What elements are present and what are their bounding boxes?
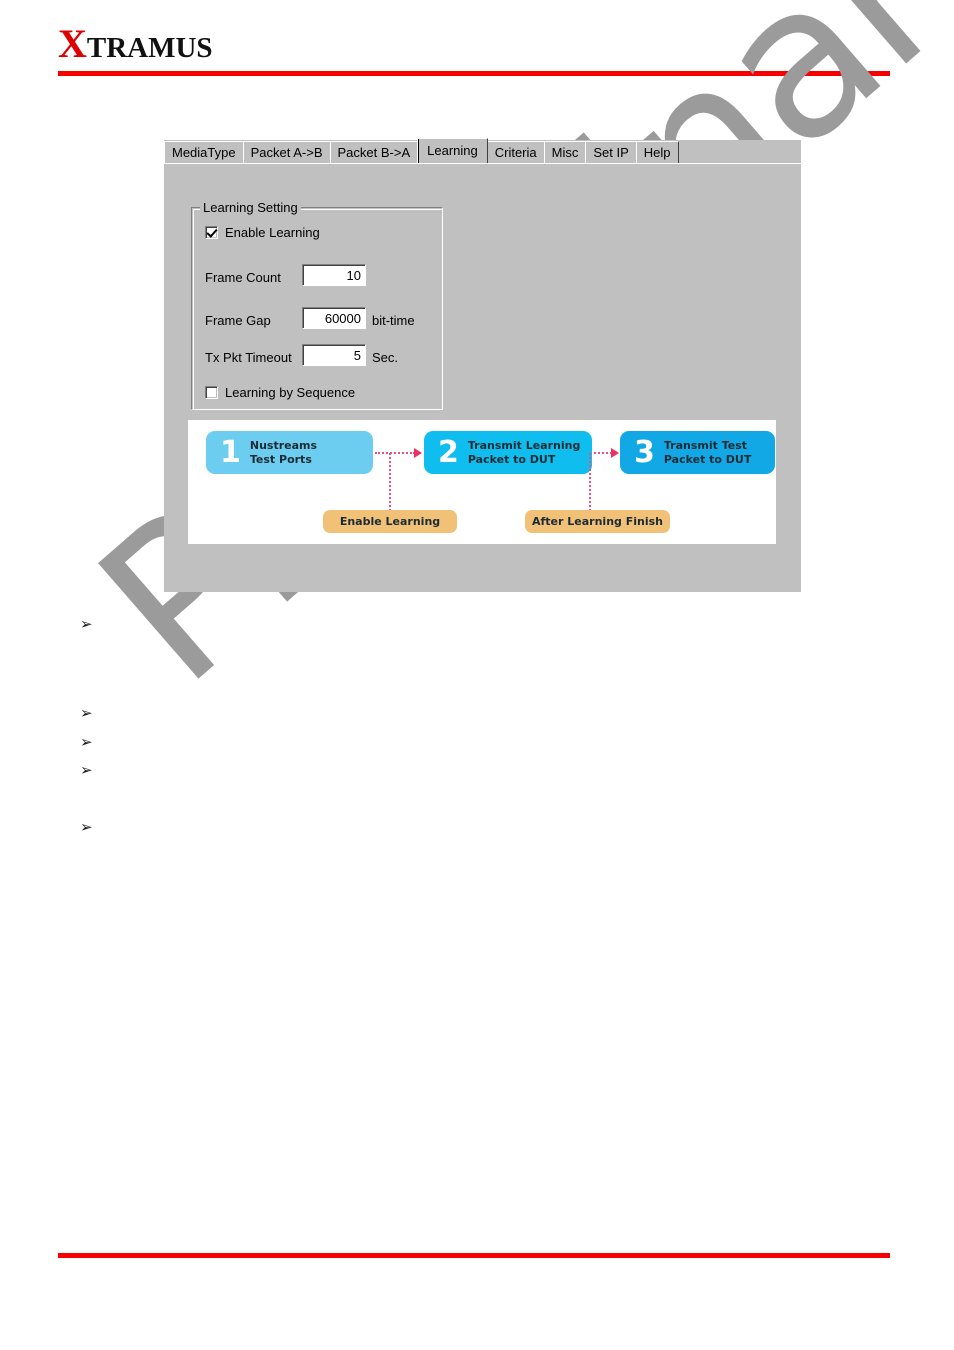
connector-1-to-2-arrow-icon [414, 448, 422, 458]
flow-step-3: 3 Transmit Test Packet to DUT [620, 431, 775, 474]
bullet-marker-3: ➢ [80, 733, 93, 751]
enable-learning-label: Enable Learning [225, 225, 320, 240]
flow-step-1: 1 Nustreams Test Ports [206, 431, 373, 474]
document-page: XTRAMUS Preliminary MediaType Packet A->… [0, 0, 954, 1350]
flow-step-1-line2: Test Ports [249, 452, 312, 466]
bullet-marker-1: ➢ [80, 615, 93, 633]
tab-criteria[interactable]: Criteria [486, 141, 545, 163]
frame-count-input[interactable]: 10 [302, 264, 366, 286]
tab-packet-a-to-b[interactable]: Packet A->B [242, 141, 331, 163]
flow-step-2-text: Transmit Learning Packet to DUT [468, 439, 580, 467]
tx-pkt-timeout-label: Tx Pkt Timeout [205, 350, 292, 365]
group-learning-setting: Learning Setting Enable Learning Frame C… [191, 200, 443, 410]
tx-pkt-timeout-unit: Sec. [372, 350, 399, 365]
connector-2-to-3-arrow-icon [611, 448, 619, 458]
flow-step-1-number: 1 [220, 434, 241, 470]
brand-logo: XTRAMUS [58, 24, 213, 64]
tab-help[interactable]: Help [635, 141, 679, 163]
tab-set-ip[interactable]: Set IP [585, 141, 637, 163]
tab-learning[interactable]: Learning [417, 138, 488, 163]
frame-gap-label: Frame Gap [205, 313, 271, 328]
learning-settings-dialog: MediaType Packet A->B Packet B->A Learni… [164, 138, 801, 592]
frame-gap-unit: bit-time [372, 313, 415, 328]
flow-step-1-text: Nustreams Test Ports [250, 439, 317, 467]
brand-logo-initial: X [58, 21, 87, 66]
flow-step-2-line2: Packet to DUT [467, 452, 556, 466]
tab-strip-filler [677, 141, 801, 163]
flow-step-2: 2 Transmit Learning Packet to DUT [424, 431, 592, 474]
learning-by-sequence-row[interactable]: Learning by Sequence [205, 385, 355, 400]
flow-step-3-number: 3 [634, 434, 655, 470]
tab-packet-b-to-a[interactable]: Packet B->A [329, 141, 419, 163]
flow-step-3-text: Transmit Test Packet to DUT [664, 439, 752, 467]
frame-gap-input[interactable]: 60000 [302, 307, 366, 329]
flow-step-1-line1: Nustreams [249, 438, 318, 452]
tab-misc[interactable]: Misc [543, 141, 587, 163]
flow-step-3-line1: Transmit Test [663, 438, 748, 452]
flow-step-2-line1: Transmit Learning [467, 438, 581, 452]
learning-by-sequence-label: Learning by Sequence [225, 385, 356, 400]
learning-by-sequence-checkbox[interactable] [205, 386, 218, 399]
connector-callout-2-line [589, 453, 591, 511]
connector-1-to-2 [375, 452, 415, 454]
flow-step-3-line2: Packet to DUT [663, 452, 752, 466]
callout-after-learning-finish: After Learning Finish [525, 510, 670, 533]
tab-mediatype[interactable]: MediaType [164, 141, 244, 163]
frame-count-label: Frame Count [205, 270, 281, 285]
bullet-marker-5: ➢ [80, 818, 93, 836]
enable-learning-row[interactable]: Enable Learning [205, 225, 320, 240]
footer-rule [58, 1253, 890, 1258]
brand-logo-wordmark: TRAMUS [86, 32, 213, 64]
tx-pkt-timeout-input[interactable]: 5 [302, 344, 366, 366]
bullet-marker-2: ➢ [80, 704, 93, 722]
enable-learning-checkbox[interactable] [205, 226, 218, 239]
callout-enable-learning: Enable Learning [323, 510, 457, 533]
group-title: Learning Setting [200, 200, 301, 215]
connector-callout-1-line [389, 453, 391, 511]
flow-step-2-number: 2 [438, 434, 459, 470]
header-rule [58, 71, 890, 76]
bullet-marker-4: ➢ [80, 761, 93, 779]
dialog-client-area: Learning Setting Enable Learning Frame C… [164, 164, 801, 592]
tab-strip: MediaType Packet A->B Packet B->A Learni… [164, 138, 801, 164]
learning-flow-diagram: 1 Nustreams Test Ports 2 Transmit Learni… [188, 420, 776, 544]
